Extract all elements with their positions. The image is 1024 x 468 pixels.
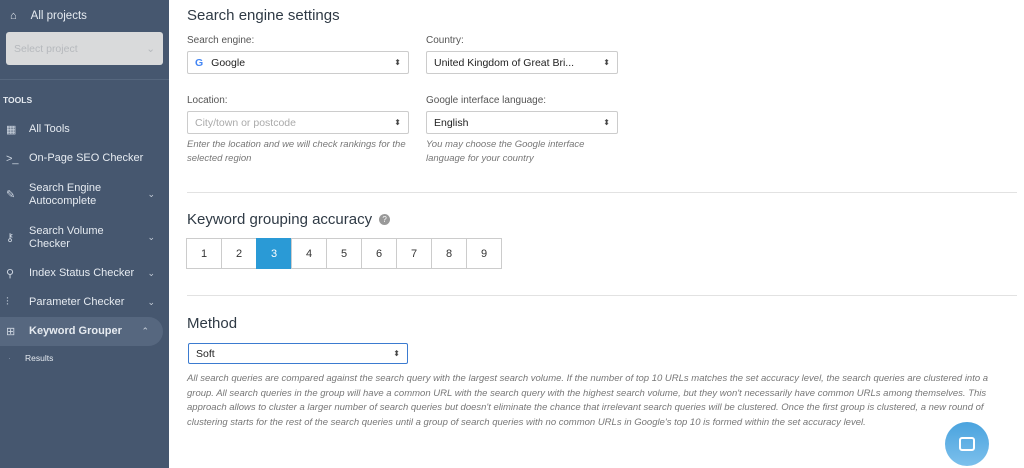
- accuracy-option-2[interactable]: 2: [221, 238, 257, 269]
- location-label: Location:: [187, 95, 228, 106]
- chat-icon: [959, 437, 975, 451]
- all-projects-link[interactable]: ⌂ All projects: [0, 0, 169, 32]
- search-engine-label: Search engine:: [187, 35, 255, 46]
- accuracy-option-6[interactable]: 6: [361, 238, 397, 269]
- updown-icon: ⬍: [603, 118, 610, 127]
- chevron-down-icon: ⌄: [147, 232, 155, 242]
- sidebar-item-all-tools[interactable]: ▦ All Tools: [0, 115, 169, 144]
- updown-icon: ⬍: [603, 58, 610, 67]
- language-label: Google interface language:: [426, 95, 547, 106]
- pencil-icon: ✎: [6, 189, 16, 201]
- sidebar-item-on-page-seo-checker[interactable]: >_ On-Page SEO Checker: [0, 144, 169, 173]
- accuracy-option-8[interactable]: 8: [431, 238, 467, 269]
- key-icon: ⚷: [6, 232, 15, 244]
- accuracy-option-4[interactable]: 4: [291, 238, 327, 269]
- chevron-down-icon: ⌄: [146, 42, 155, 55]
- location-input[interactable]: City/town or postcode ⬍: [187, 111, 409, 134]
- help-icon[interactable]: ?: [379, 214, 391, 225]
- country-label: Country:: [426, 35, 464, 46]
- accuracy-option-3[interactable]: 3: [256, 238, 292, 269]
- sidebar-item-index-status-checker[interactable]: ⚲ Index Status Checker ⌄: [0, 259, 169, 288]
- terminal-icon: >_: [6, 152, 19, 165]
- chevron-down-icon: ⌄: [147, 268, 155, 278]
- accuracy-selector: 123456789: [186, 238, 502, 269]
- search-engine-settings-title: Search engine settings: [187, 7, 340, 24]
- sidebar: ⌂ All projects Select project ⌄ TOOLS ▦ Al…: [0, 0, 169, 468]
- chevron-down-icon: ⌄: [147, 297, 155, 307]
- divider: [187, 192, 1017, 193]
- sidebar-subitem-results[interactable]: Results: [0, 353, 169, 363]
- divider: [187, 295, 1017, 296]
- grid-icon: ▦: [6, 124, 17, 136]
- location-hint: Enter the location and we will check ran…: [187, 139, 406, 164]
- search-icon: ⚲: [6, 268, 15, 280]
- sidebar-item-parameter-checker[interactable]: ⫶ Parameter Checker ⌄: [0, 288, 169, 317]
- updown-icon: ⬍: [394, 58, 401, 67]
- accuracy-option-5[interactable]: 5: [326, 238, 362, 269]
- method-select[interactable]: Soft ⬍: [188, 343, 408, 364]
- accuracy-option-1[interactable]: 1: [186, 238, 222, 269]
- language-hint: You may choose the Google interface lang…: [426, 139, 585, 164]
- tools-heading: TOOLS: [3, 95, 33, 105]
- project-select[interactable]: Select project ⌄: [6, 32, 163, 65]
- sidebar-item-search-volume-checker[interactable]: ⚷ Search Volume Checker ⌄: [0, 216, 169, 259]
- sidebar-item-search-engine-autocomplete[interactable]: ✎ Search Engine Autocomplete ⌄: [0, 173, 169, 216]
- google-icon: G: [195, 56, 204, 69]
- updown-icon: ⬍: [393, 349, 400, 358]
- search-engine-select[interactable]: G Google ⬍: [187, 51, 409, 74]
- accuracy-option-9[interactable]: 9: [466, 238, 502, 269]
- chevron-up-icon: ⌃: [141, 326, 149, 336]
- method-title: Method: [187, 315, 238, 332]
- accuracy-option-7[interactable]: 7: [396, 238, 432, 269]
- accuracy-title: Keyword grouping accuracy: [187, 211, 373, 228]
- home-icon: ⌂: [10, 10, 17, 22]
- country-select[interactable]: United Kingdom of Great Bri... ⬍: [426, 51, 618, 74]
- folder-plus-icon: ⊞: [6, 326, 16, 338]
- method-description: All search queries are compared against …: [187, 373, 989, 428]
- chat-button[interactable]: [945, 422, 989, 466]
- sidebar-item-keyword-grouper[interactable]: ⊞ Keyword Grouper ⌃: [0, 317, 163, 346]
- chevron-down-icon: ⌄: [147, 189, 155, 199]
- sliders-icon: ⫶: [6, 296, 9, 308]
- language-select[interactable]: English ⬍: [426, 111, 618, 134]
- updown-icon: ⬍: [394, 118, 401, 127]
- divider: [0, 79, 169, 80]
